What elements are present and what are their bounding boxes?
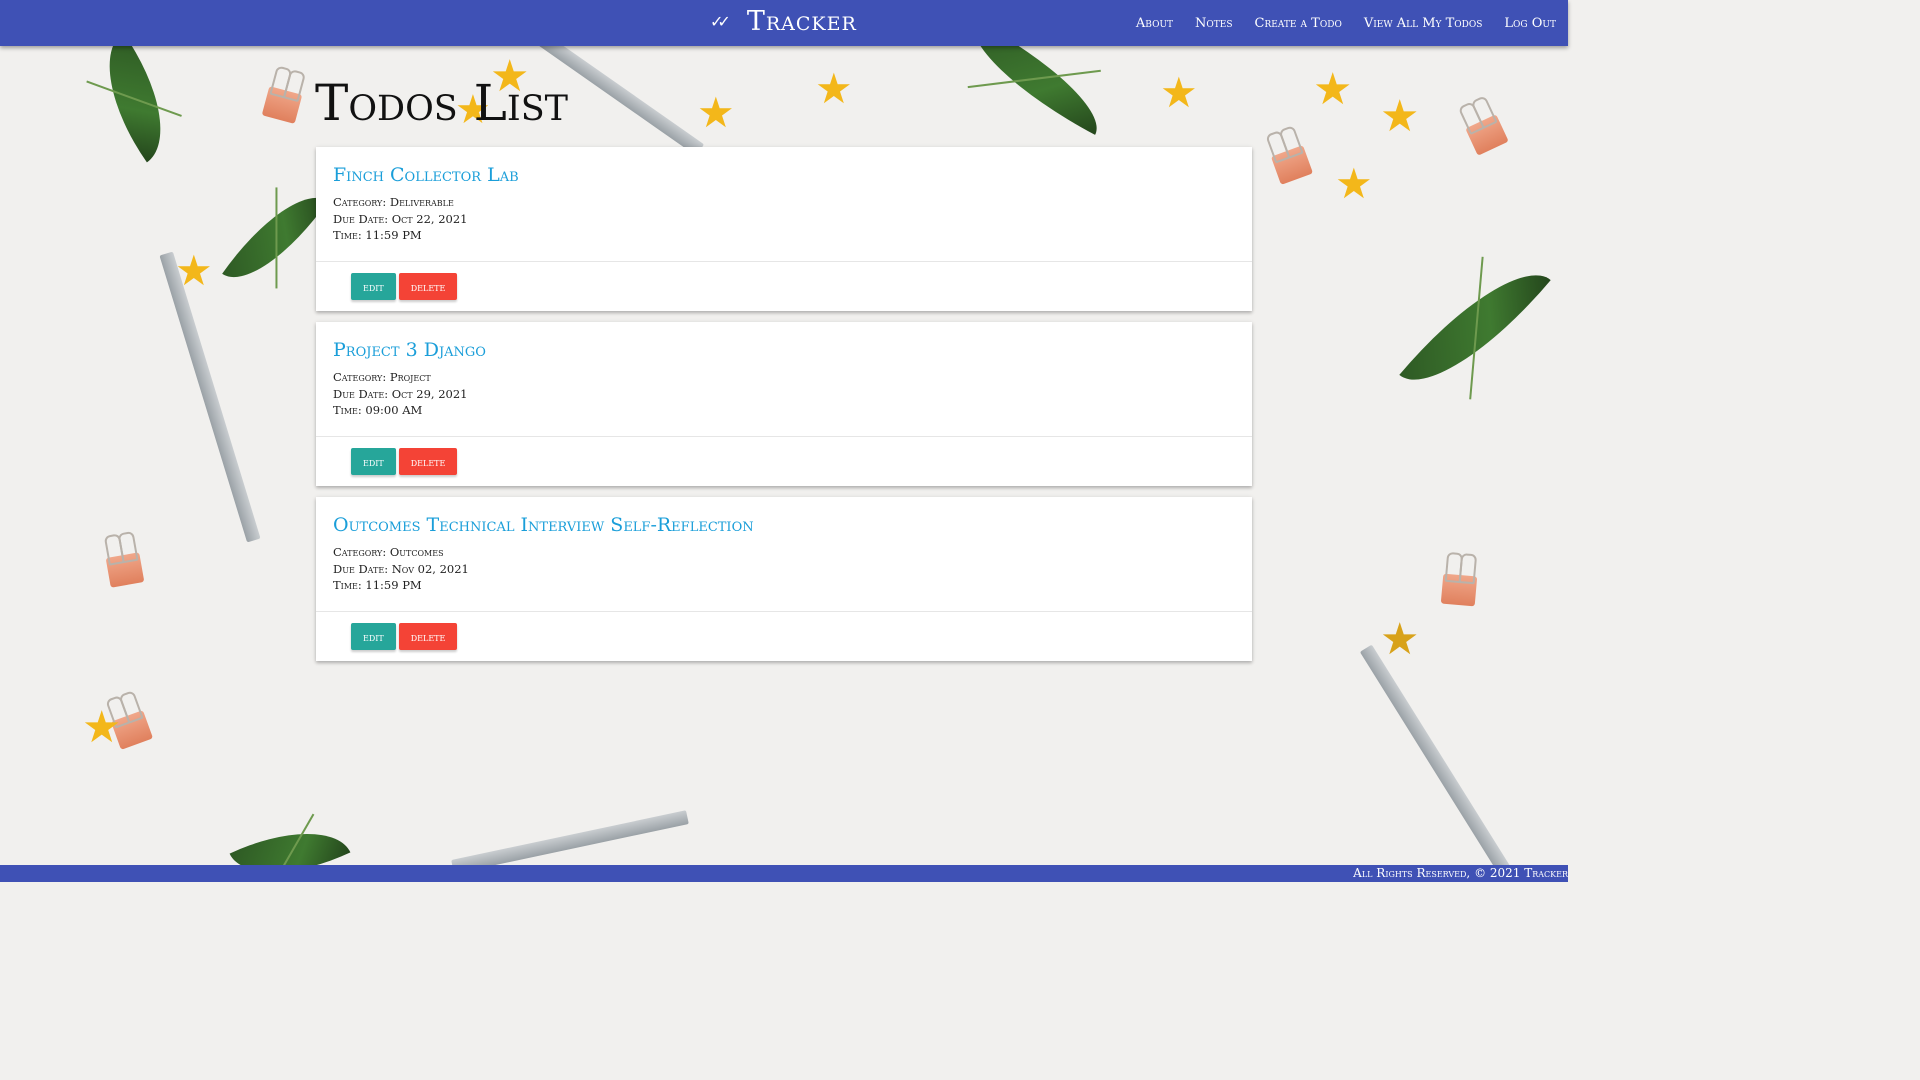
todo-time: Time: 09:00 AM (333, 403, 423, 417)
edit-button[interactable]: EDIT (351, 273, 396, 300)
footer-copyright: All Rights Reserved, © 2021 Tracker (1353, 866, 1568, 880)
pencil-decoration (1359, 644, 1521, 882)
pencil-decoration (159, 251, 261, 543)
star-decoration: ★ (1313, 64, 1353, 115)
binder-clip-decoration (1465, 114, 1509, 156)
todo-card: Finch Collector Lab Category: Deliverabl… (316, 147, 1252, 311)
star-decoration: ★ (175, 246, 213, 295)
todo-card-actions: EDIT DELETE (316, 261, 1252, 311)
nav-menu: About Notes Create a Todo View All My To… (1136, 0, 1556, 46)
todo-title-link[interactable]: Finch Collector Lab (333, 164, 1235, 186)
delete-button[interactable]: DELETE (398, 623, 458, 650)
double-check-icon: ✓✓ (710, 12, 731, 31)
star-decoration: ★ (1380, 614, 1420, 665)
star-decoration: ★ (815, 64, 853, 113)
page-title: Todos List (315, 74, 569, 132)
brand-name: Tracker (746, 6, 857, 37)
binder-clip-decoration (1440, 573, 1478, 607)
binder-clip-decoration (105, 552, 145, 588)
star-decoration: ★ (1160, 68, 1198, 117)
nav-link-about[interactable]: About (1136, 16, 1173, 31)
leaf-decoration (1399, 244, 1551, 411)
star-decoration: ★ (1335, 159, 1373, 208)
leaf-decoration (222, 175, 328, 300)
todo-card: Outcomes Technical Interview Self-Reflec… (316, 497, 1252, 661)
edit-button[interactable]: EDIT (351, 623, 396, 650)
todo-card-actions: EDIT DELETE (316, 611, 1252, 661)
todo-time: Time: 11:59 PM (333, 228, 422, 242)
footer: All Rights Reserved, © 2021 Tracker (0, 865, 1568, 882)
todo-card-content: Outcomes Technical Interview Self-Reflec… (316, 497, 1252, 611)
todo-due-date: Due Date: Oct 22, 2021 (333, 211, 468, 226)
todo-title-link[interactable]: Outcomes Technical Interview Self-Reflec… (333, 514, 1235, 536)
todo-due-date: Due Date: Nov 02, 2021 (333, 561, 469, 576)
edit-button[interactable]: EDIT (351, 448, 396, 475)
delete-button[interactable]: DELETE (398, 273, 458, 300)
todo-due-date: Due Date: Oct 29, 2021 (333, 386, 468, 401)
star-decoration: ★ (1380, 91, 1420, 142)
todo-card: Project 3 Django Category: Project Due D… (316, 322, 1252, 486)
star-decoration: ★ (697, 88, 735, 137)
nav-link-notes[interactable]: Notes (1195, 16, 1233, 31)
nav-link-log-out[interactable]: Log Out (1504, 16, 1556, 31)
delete-button[interactable]: DELETE (398, 448, 458, 475)
todo-title-link[interactable]: Project 3 Django (333, 339, 1235, 361)
todo-time: Time: 11:59 PM (333, 578, 422, 592)
binder-clip-decoration (261, 86, 303, 124)
nav-link-view-all-todos[interactable]: View All My Todos (1364, 16, 1483, 31)
todo-category: Category: Project (333, 370, 431, 384)
star-decoration: ★ (82, 702, 122, 753)
todo-list: Finch Collector Lab Category: Deliverabl… (316, 147, 1252, 672)
navbar: ✓✓ Tracker About Notes Create a Todo Vie… (0, 0, 1568, 46)
todo-card-content: Project 3 Django Category: Project Due D… (316, 322, 1252, 436)
todo-card-actions: EDIT DELETE (316, 436, 1252, 486)
nav-link-create-todo[interactable]: Create a Todo (1255, 16, 1342, 31)
leaf-decoration (78, 32, 192, 163)
binder-clip-decoration (1270, 145, 1314, 185)
todo-category: Category: Deliverable (333, 195, 454, 209)
todo-category: Category: Outcomes (333, 545, 444, 559)
brand-logo-link[interactable]: ✓✓ Tracker (710, 6, 857, 37)
todo-card-content: Finch Collector Lab Category: Deliverabl… (316, 147, 1252, 261)
